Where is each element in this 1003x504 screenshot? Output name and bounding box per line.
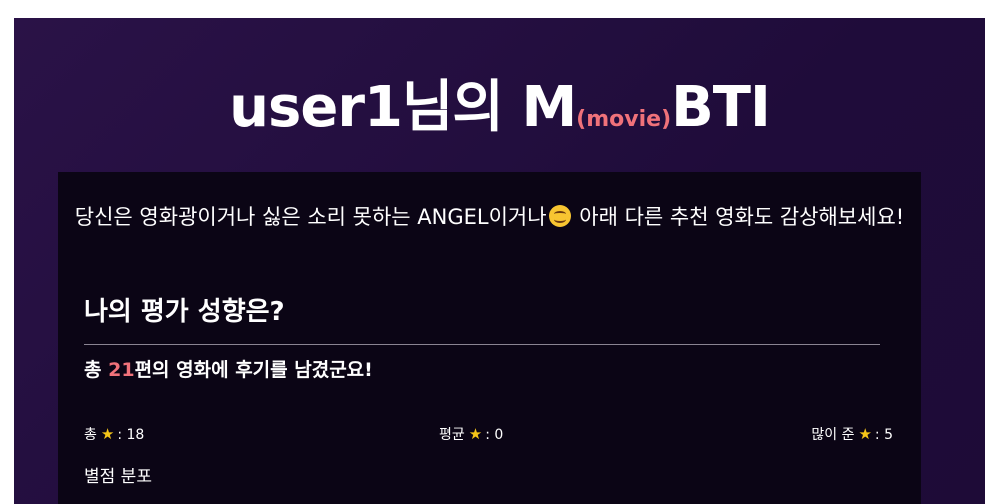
stat-total-value: : 18 xyxy=(117,427,145,443)
star-icon: ★ xyxy=(858,425,872,443)
stat-most-label: 많이 준 xyxy=(811,427,855,443)
review-count: 21 xyxy=(108,359,135,381)
stat-average: 평균 ★: 0 xyxy=(439,424,503,445)
distribution-label: 별점 분포 xyxy=(84,467,152,487)
smiling-face-icon xyxy=(548,205,571,227)
movie-word: (movie) xyxy=(576,107,672,132)
star-icon: ★ xyxy=(468,425,483,443)
title-end: BTI xyxy=(671,75,771,140)
intro-text-after: 아래 다른 추천 영화도 감상해보세요! xyxy=(579,205,905,229)
page-frame: user1님의 M(movie)BTI 당신은 영화광이거나 싫은 소리 못하는… xyxy=(14,18,985,504)
title-suffix: 님의 M xyxy=(401,75,577,140)
summary-prefix: 총 xyxy=(84,359,102,381)
star-icon: ★ xyxy=(100,425,115,443)
username: user1 xyxy=(229,75,403,140)
stat-average-label: 평균 xyxy=(439,427,465,443)
content-card: 당신은 영화광이거나 싫은 소리 못하는 ANGEL이거나 아래 다른 추천 영… xyxy=(58,172,921,504)
divider xyxy=(84,344,880,345)
review-summary: 총 21편의 영화에 후기를 남겼군요! xyxy=(84,358,373,382)
summary-suffix: 편의 영화에 후기를 남겼군요! xyxy=(134,359,373,381)
stat-total-label: 총 xyxy=(84,427,97,443)
page-title: user1님의 M(movie)BTI xyxy=(14,76,985,152)
section-heading: 나의 평가 성향은? xyxy=(84,297,285,327)
stat-most-value: : 5 xyxy=(874,427,893,443)
stat-total: 총 ★: 18 xyxy=(84,424,144,445)
intro-message: 당신은 영화광이거나 싫은 소리 못하는 ANGEL이거나 아래 다른 추천 영… xyxy=(68,202,911,232)
stat-most-given: 많이 준 ★: 5 xyxy=(811,424,893,445)
rating-stats: 총 ★: 18 평균 ★: 0 많이 준 ★: 5 xyxy=(84,424,893,444)
intro-text-before: 당신은 영화광이거나 싫은 소리 못하는 ANGEL이거나 xyxy=(74,205,547,229)
stat-average-value: : 0 xyxy=(485,427,504,443)
